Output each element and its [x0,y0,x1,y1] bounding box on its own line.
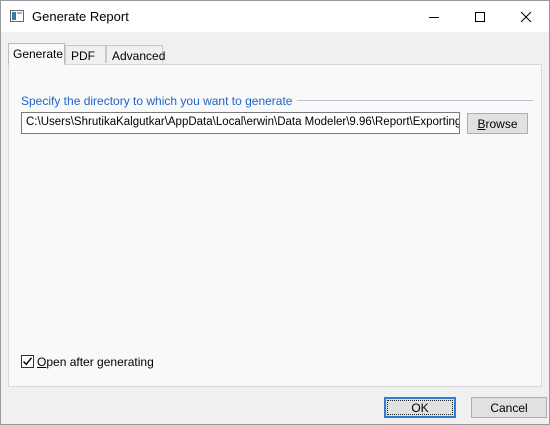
maximize-button[interactable] [457,1,503,32]
title-bar[interactable]: Generate Report [1,1,549,32]
checkmark-icon [22,357,33,366]
close-icon [520,11,532,22]
minimize-icon [429,16,439,18]
report-window-icon [10,10,24,22]
browse-label: rowse [485,117,518,131]
cancel-button[interactable]: Cancel [471,397,547,418]
open-after-label-text: pen after generating [46,355,154,369]
tab-pdf[interactable]: PDF [65,45,106,63]
minimize-button[interactable] [411,1,457,32]
open-after-accelerator: O [37,355,47,369]
browse-button[interactable]: Browse [467,113,528,134]
directory-group-label: Specify the directory to which you want … [21,94,298,108]
tab-generate[interactable]: Generate [8,43,65,65]
open-after-label[interactable]: Open after generating [37,355,154,369]
browse-accelerator: B [477,117,486,131]
directory-path-input[interactable]: C:\Users\ShrutikaKalgutkar\AppData\Local… [21,112,460,134]
open-after-checkbox[interactable] [21,355,34,368]
window-title: Generate Report [32,9,129,24]
maximize-icon [475,11,485,22]
dialog-window: Generate Report Generate PDF Advanced Sp… [0,0,550,425]
tab-advanced[interactable]: Advanced [106,45,165,63]
close-button[interactable] [503,1,549,32]
ok-button[interactable]: OK [384,397,456,418]
